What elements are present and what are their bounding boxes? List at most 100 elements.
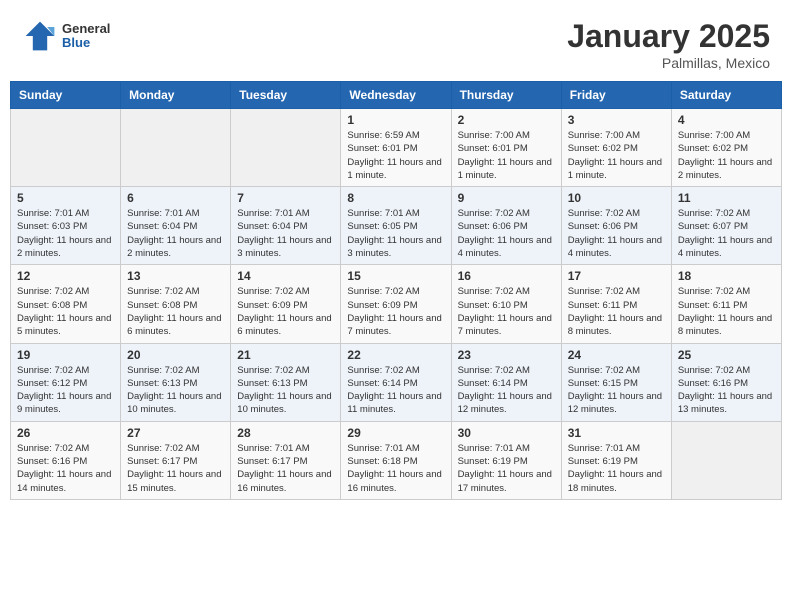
day-number: 21 <box>237 348 334 362</box>
calendar-cell <box>671 421 781 499</box>
day-info: Sunrise: 7:02 AM Sunset: 6:16 PM Dayligh… <box>17 442 114 495</box>
calendar-cell: 24 Sunrise: 7:02 AM Sunset: 6:15 PM Dayli… <box>561 343 671 421</box>
calendar-cell: 30Sunrise: 7:01 AM Sunset: 6:19 PM Dayli… <box>451 421 561 499</box>
day-number: 12 <box>17 269 114 283</box>
day-number: 26 <box>17 426 114 440</box>
day-info: Sunrise: 7:02 AM Sunset: 6:15 PM Dayligh… <box>568 364 665 417</box>
day-number: 10 <box>568 191 665 205</box>
calendar-cell: 2 Sunrise: 7:00 AM Sunset: 6:01 PM Daylig… <box>451 109 561 187</box>
logo: General Blue <box>22 18 110 54</box>
calendar-cell: 16Sunrise: 7:02 AM Sunset: 6:10 PM Dayli… <box>451 265 561 343</box>
day-number: 15 <box>347 269 444 283</box>
day-number: 14 <box>237 269 334 283</box>
day-number: 27 <box>127 426 224 440</box>
calendar-cell: 9 Sunrise: 7:02 AM Sunset: 6:06 PM Daylig… <box>451 187 561 265</box>
calendar-table: SundayMondayTuesdayWednesdayThursdayFrid… <box>10 81 782 500</box>
day-info: Sunrise: 7:02 AM Sunset: 6:14 PM Dayligh… <box>347 364 444 417</box>
day-info: Sunrise: 7:02 AM Sunset: 6:17 PM Dayligh… <box>127 442 224 495</box>
day-info: Sunrise: 7:00 AM Sunset: 6:01 PM Dayligh… <box>458 129 555 182</box>
calendar-cell: 1 Sunrise: 6:59 AM Sunset: 6:01 PM Daylig… <box>341 109 451 187</box>
day-number: 23 <box>458 348 555 362</box>
day-number: 9 <box>458 191 555 205</box>
day-info: Sunrise: 7:01 AM Sunset: 6:03 PM Dayligh… <box>17 207 114 260</box>
month-year-title: January 2025 <box>567 18 770 55</box>
day-number: 22 <box>347 348 444 362</box>
day-number: 18 <box>678 269 775 283</box>
calendar-cell <box>231 109 341 187</box>
day-info: Sunrise: 7:01 AM Sunset: 6:17 PM Dayligh… <box>237 442 334 495</box>
day-info: Sunrise: 7:01 AM Sunset: 6:05 PM Dayligh… <box>347 207 444 260</box>
day-number: 4 <box>678 113 775 127</box>
day-number: 3 <box>568 113 665 127</box>
day-number: 24 <box>568 348 665 362</box>
calendar-week-4: 19 Sunrise: 7:02 AM Sunset: 6:12 PM Dayli… <box>11 343 782 421</box>
day-info: Sunrise: 7:02 AM Sunset: 6:12 PM Dayligh… <box>17 364 114 417</box>
calendar-cell: 15 Sunrise: 7:02 AM Sunset: 6:09 PM Dayli… <box>341 265 451 343</box>
calendar-week-2: 5 Sunrise: 7:01 AM Sunset: 6:03 PM Daylig… <box>11 187 782 265</box>
weekday-header-saturday: Saturday <box>671 82 781 109</box>
title-block: January 2025 Palmillas, Mexico <box>567 18 770 71</box>
calendar-cell: 21 Sunrise: 7:02 AM Sunset: 6:13 PM Dayli… <box>231 343 341 421</box>
calendar-cell: 12 Sunrise: 7:02 AM Sunset: 6:08 PM Dayli… <box>11 265 121 343</box>
day-info: Sunrise: 7:01 AM Sunset: 6:19 PM Dayligh… <box>568 442 665 495</box>
day-number: 19 <box>17 348 114 362</box>
day-info: Sunrise: 7:02 AM Sunset: 6:13 PM Dayligh… <box>237 364 334 417</box>
calendar-cell: 28 Sunrise: 7:01 AM Sunset: 6:17 PM Dayli… <box>231 421 341 499</box>
calendar-cell: 19 Sunrise: 7:02 AM Sunset: 6:12 PM Dayli… <box>11 343 121 421</box>
day-number: 2 <box>458 113 555 127</box>
day-number: 7 <box>237 191 334 205</box>
calendar-cell: 17Sunrise: 7:02 AM Sunset: 6:11 PM Dayli… <box>561 265 671 343</box>
calendar-cell: 31 Sunrise: 7:01 AM Sunset: 6:19 PM Dayli… <box>561 421 671 499</box>
calendar-cell: 4 Sunrise: 7:00 AM Sunset: 6:02 PM Daylig… <box>671 109 781 187</box>
logo-text: General Blue <box>62 22 110 51</box>
calendar-cell: 3 Sunrise: 7:00 AM Sunset: 6:02 PM Daylig… <box>561 109 671 187</box>
calendar-cell: 26 Sunrise: 7:02 AM Sunset: 6:16 PM Dayli… <box>11 421 121 499</box>
day-info: Sunrise: 7:02 AM Sunset: 6:09 PM Dayligh… <box>347 285 444 338</box>
calendar-cell: 10Sunrise: 7:02 AM Sunset: 6:06 PM Dayli… <box>561 187 671 265</box>
day-info: Sunrise: 7:02 AM Sunset: 6:14 PM Dayligh… <box>458 364 555 417</box>
calendar-cell: 5 Sunrise: 7:01 AM Sunset: 6:03 PM Daylig… <box>11 187 121 265</box>
day-info: Sunrise: 7:00 AM Sunset: 6:02 PM Dayligh… <box>678 129 775 182</box>
logo-general: General <box>62 22 110 36</box>
weekday-header-row: SundayMondayTuesdayWednesdayThursdayFrid… <box>11 82 782 109</box>
day-number: 1 <box>347 113 444 127</box>
calendar-cell: 7Sunrise: 7:01 AM Sunset: 6:04 PM Daylig… <box>231 187 341 265</box>
calendar-cell: 13Sunrise: 7:02 AM Sunset: 6:08 PM Dayli… <box>121 265 231 343</box>
day-info: Sunrise: 7:01 AM Sunset: 6:04 PM Dayligh… <box>127 207 224 260</box>
day-number: 13 <box>127 269 224 283</box>
calendar-week-1: 1 Sunrise: 6:59 AM Sunset: 6:01 PM Daylig… <box>11 109 782 187</box>
day-info: Sunrise: 7:01 AM Sunset: 6:18 PM Dayligh… <box>347 442 444 495</box>
day-info: Sunrise: 7:02 AM Sunset: 6:11 PM Dayligh… <box>678 285 775 338</box>
calendar-cell <box>11 109 121 187</box>
day-number: 31 <box>568 426 665 440</box>
logo-blue: Blue <box>62 36 110 50</box>
calendar-cell: 29Sunrise: 7:01 AM Sunset: 6:18 PM Dayli… <box>341 421 451 499</box>
day-info: Sunrise: 6:59 AM Sunset: 6:01 PM Dayligh… <box>347 129 444 182</box>
day-number: 30 <box>458 426 555 440</box>
weekday-header-wednesday: Wednesday <box>341 82 451 109</box>
day-number: 25 <box>678 348 775 362</box>
calendar-cell: 11Sunrise: 7:02 AM Sunset: 6:07 PM Dayli… <box>671 187 781 265</box>
calendar-week-5: 26 Sunrise: 7:02 AM Sunset: 6:16 PM Dayli… <box>11 421 782 499</box>
day-number: 8 <box>347 191 444 205</box>
weekday-header-sunday: Sunday <box>11 82 121 109</box>
weekday-header-monday: Monday <box>121 82 231 109</box>
calendar-cell: 20Sunrise: 7:02 AM Sunset: 6:13 PM Dayli… <box>121 343 231 421</box>
day-info: Sunrise: 7:02 AM Sunset: 6:06 PM Dayligh… <box>458 207 555 260</box>
weekday-header-thursday: Thursday <box>451 82 561 109</box>
calendar-cell <box>121 109 231 187</box>
calendar-cell: 14 Sunrise: 7:02 AM Sunset: 6:09 PM Dayli… <box>231 265 341 343</box>
calendar-cell: 23 Sunrise: 7:02 AM Sunset: 6:14 PM Dayli… <box>451 343 561 421</box>
day-info: Sunrise: 7:00 AM Sunset: 6:02 PM Dayligh… <box>568 129 665 182</box>
logo-icon <box>22 18 58 54</box>
location-subtitle: Palmillas, Mexico <box>567 55 770 71</box>
calendar-cell: 6Sunrise: 7:01 AM Sunset: 6:04 PM Daylig… <box>121 187 231 265</box>
calendar-cell: 18 Sunrise: 7:02 AM Sunset: 6:11 PM Dayli… <box>671 265 781 343</box>
calendar-cell: 27 Sunrise: 7:02 AM Sunset: 6:17 PM Dayli… <box>121 421 231 499</box>
day-number: 28 <box>237 426 334 440</box>
day-info: Sunrise: 7:02 AM Sunset: 6:09 PM Dayligh… <box>237 285 334 338</box>
day-info: Sunrise: 7:02 AM Sunset: 6:08 PM Dayligh… <box>17 285 114 338</box>
calendar-cell: 8 Sunrise: 7:01 AM Sunset: 6:05 PM Daylig… <box>341 187 451 265</box>
day-number: 5 <box>17 191 114 205</box>
calendar-week-3: 12 Sunrise: 7:02 AM Sunset: 6:08 PM Dayli… <box>11 265 782 343</box>
